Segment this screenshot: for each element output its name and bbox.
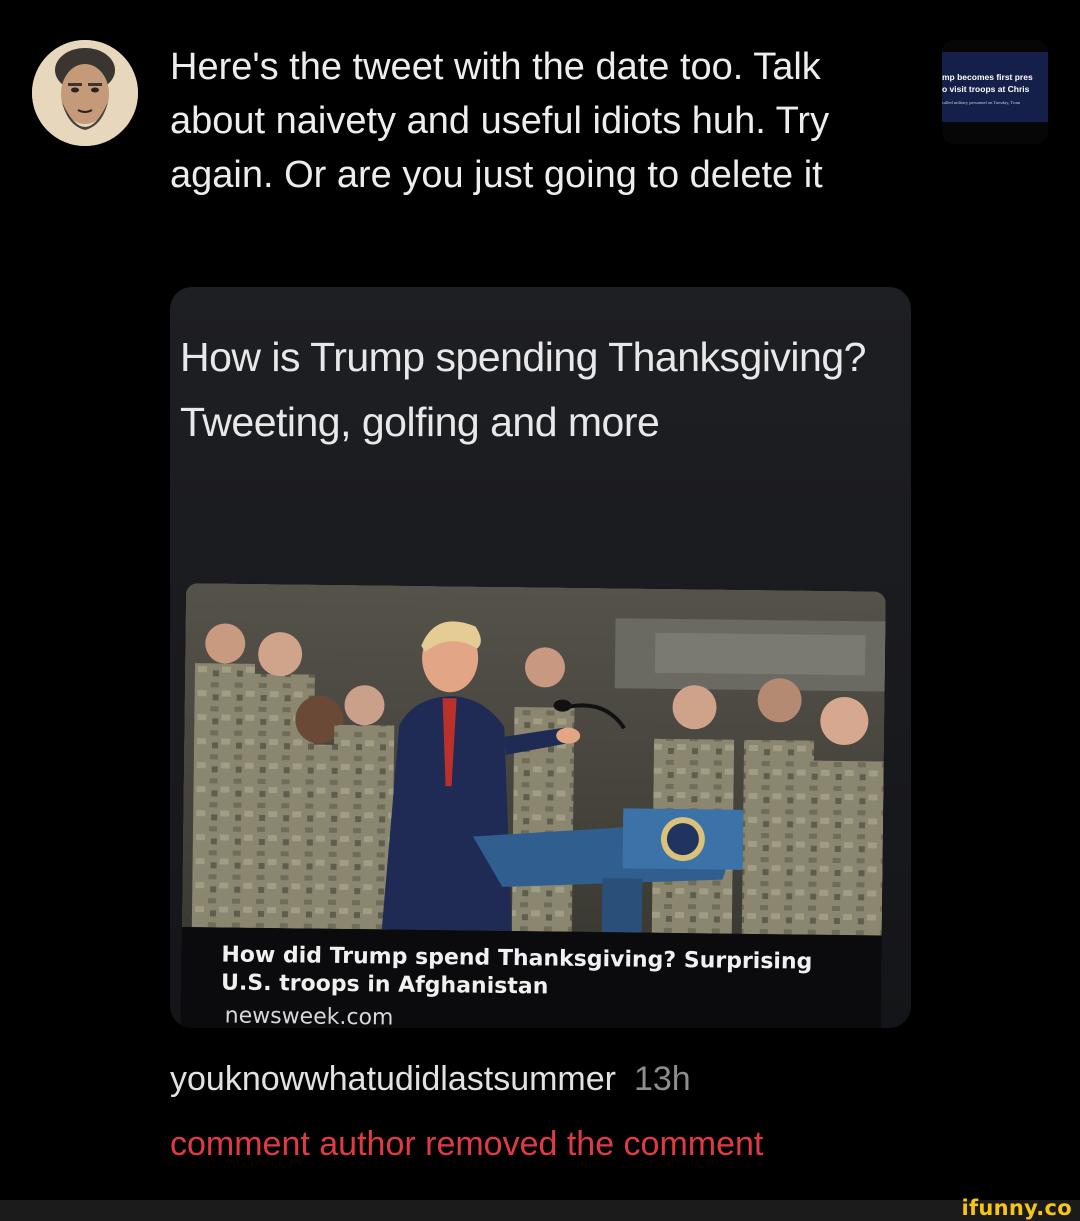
news-photo (181, 583, 886, 936)
comment-meta: youknowwhatudidlastsummer 13h (170, 1060, 691, 1099)
card-title: How did Trump spend Thanksgiving? Surpri… (220, 942, 813, 1000)
username[interactable]: youknowwhatudidlastsummer (170, 1060, 616, 1098)
thumbnail-headline-image: mp becomes first pres o visit troops at … (942, 52, 1048, 122)
article-headline: How is Trump spending Thanksgiving? Twee… (180, 334, 866, 445)
card-source: newsweek.com (224, 1003, 394, 1028)
avatar-portrait (32, 40, 138, 146)
avatar[interactable] (32, 40, 138, 146)
thumbnail-line-3: called military personnel on Tuesday, Tr… (942, 100, 1021, 105)
link-thumbnail[interactable]: mp becomes first pres o visit troops at … (942, 40, 1048, 144)
watermark: ifunny.co (961, 1196, 1072, 1220)
thumbnail-line-1: mp becomes first pres (942, 72, 1033, 82)
comment-text: Here's the tweet with the date too. Talk… (170, 46, 830, 196)
attached-image[interactable]: How is Trump spending Thanksgiving? Twee… (170, 287, 911, 1028)
footer-bar (0, 1200, 1080, 1221)
news-card: How did Trump spend Thanksgiving? Surpri… (180, 583, 886, 1028)
thumbnail-line-2: o visit troops at Chris (942, 84, 1030, 94)
timestamp: 13h (633, 1060, 691, 1098)
removed-comment-notice: comment author removed the comment (170, 1125, 764, 1163)
